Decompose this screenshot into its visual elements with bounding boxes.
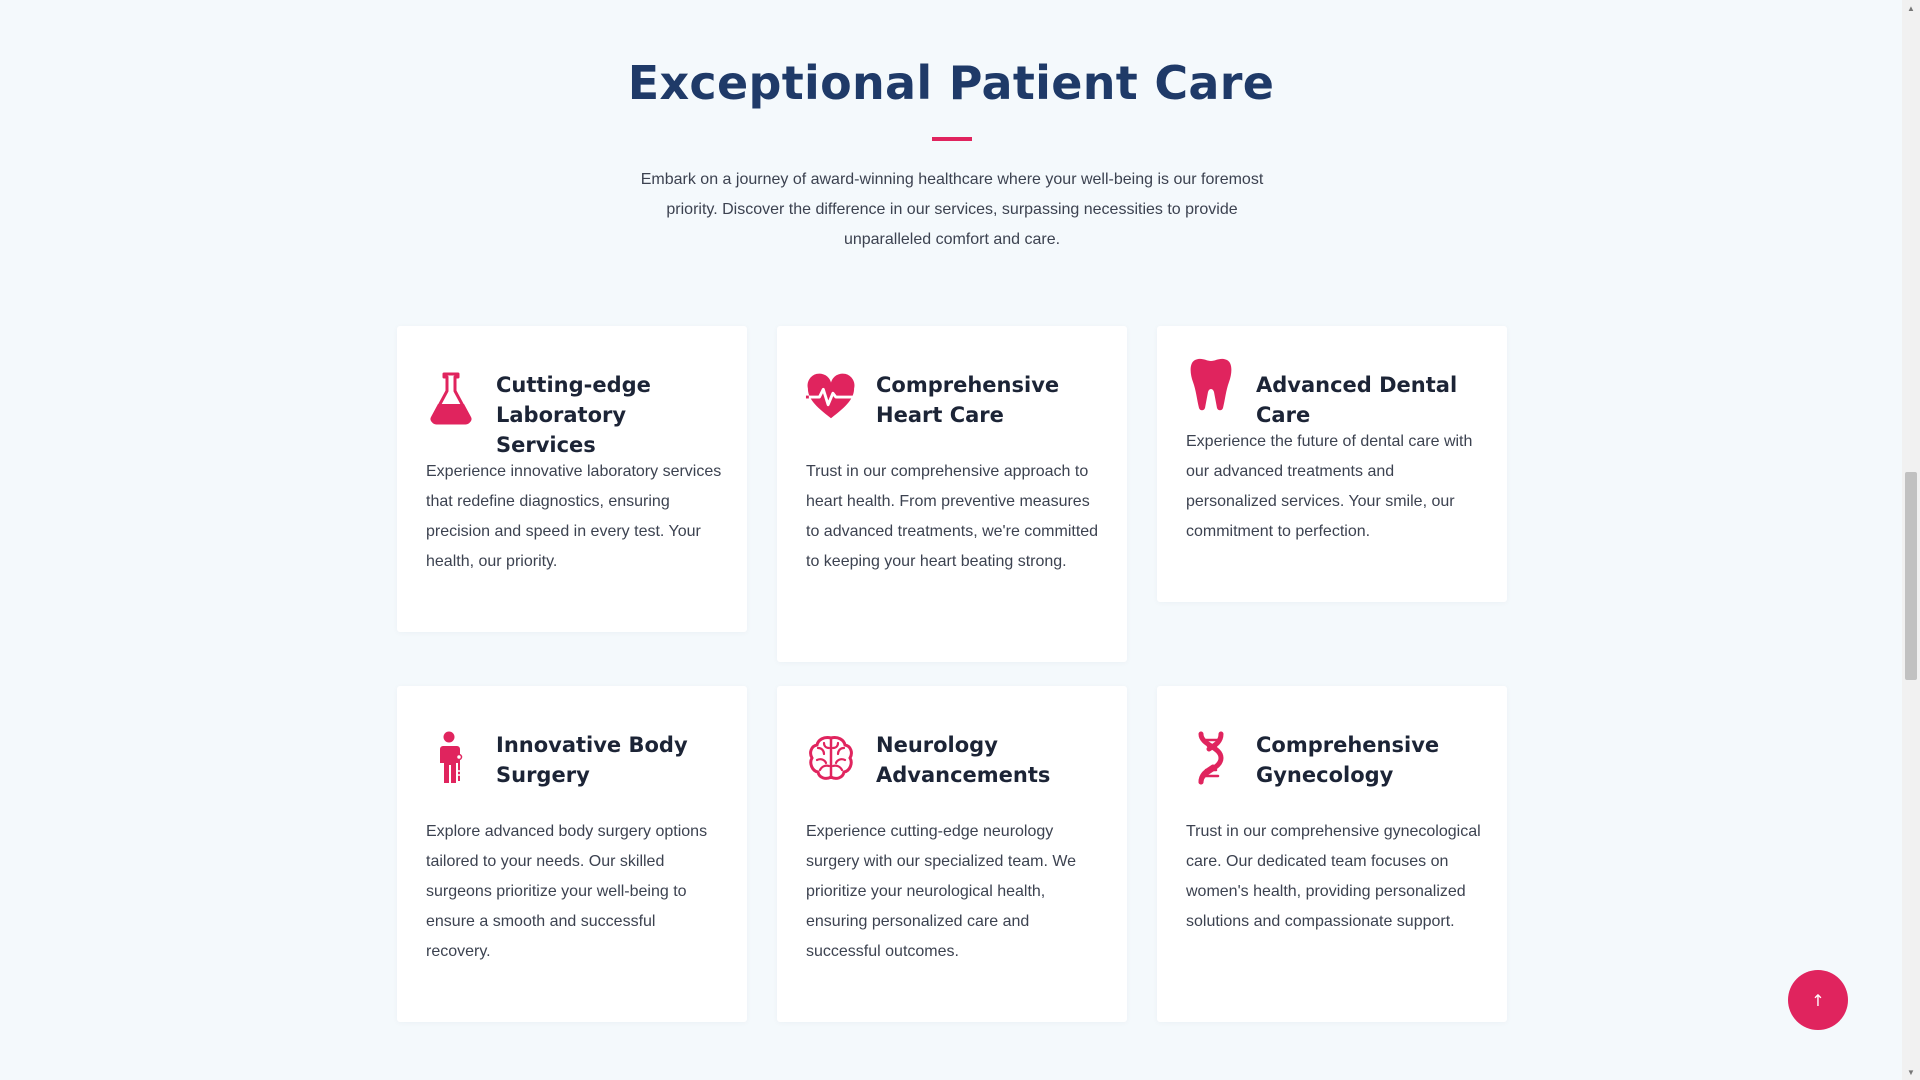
title-divider [932, 137, 972, 141]
back-to-top-button[interactable]: ↑ [1788, 970, 1848, 1030]
scrollbar-thumb[interactable] [1905, 472, 1917, 680]
card-title: Comprehensive Heart Care [876, 373, 1060, 427]
card-title: Innovative Body Surgery [496, 733, 688, 787]
service-card-heart[interactable]: Comprehensive Heart Care Trust in our co… [777, 326, 1127, 662]
card-title: Advanced Dental Care [1256, 373, 1458, 427]
card-text: Trust in our comprehensive gynecological… [1186, 823, 1481, 930]
page: Exceptional Patient Care Embark on a jou… [0, 0, 1920, 1080]
service-card-neurology[interactable]: Neurology Advancements Experience cuttin… [777, 686, 1127, 1022]
arrow-up-icon: ↑ [1811, 990, 1825, 1010]
dna-icon [1185, 730, 1237, 786]
scroll-up-arrow-icon[interactable]: ▲ [1902, 0, 1920, 16]
scroll-down-arrow-icon[interactable]: ▼ [1902, 1064, 1920, 1080]
body-surgery-icon [425, 730, 477, 786]
card-text: Experience innovative laboratory service… [426, 463, 722, 570]
brain-icon [805, 730, 857, 786]
service-card-surgery[interactable]: Innovative Body Surgery Explore advanced… [397, 686, 747, 1022]
vertical-scrollbar[interactable]: ▲ ▼ [1902, 0, 1920, 1080]
card-title: Neurology Advancements [876, 733, 1051, 787]
heart-pulse-icon [805, 370, 857, 426]
card-title: Cutting-edge Laboratory Services [496, 373, 651, 457]
tooth-icon [1185, 356, 1237, 412]
lab-flask-icon [425, 370, 477, 426]
service-card-laboratory[interactable]: Cutting-edge Laboratory Services Experie… [397, 326, 747, 632]
service-card-gynecology[interactable]: Comprehensive Gynecology Trust in our co… [1157, 686, 1507, 1022]
card-text: Experience the future of dental care wit… [1186, 433, 1473, 540]
card-title: Comprehensive Gynecology [1256, 733, 1440, 787]
card-text: Explore advanced body surgery options ta… [426, 823, 708, 960]
card-text: Experience cutting-edge neurology surger… [806, 823, 1077, 960]
section-intro: Embark on a journey of award-winning hea… [640, 171, 1264, 248]
section-title: Exceptional Patient Care [627, 56, 1275, 110]
card-text: Trust in our comprehensive approach to h… [806, 463, 1099, 570]
service-card-dental[interactable]: Advanced Dental Care Experience the futu… [1157, 326, 1507, 602]
patient-care-section: Exceptional Patient Care Embark on a jou… [0, 0, 1902, 1080]
